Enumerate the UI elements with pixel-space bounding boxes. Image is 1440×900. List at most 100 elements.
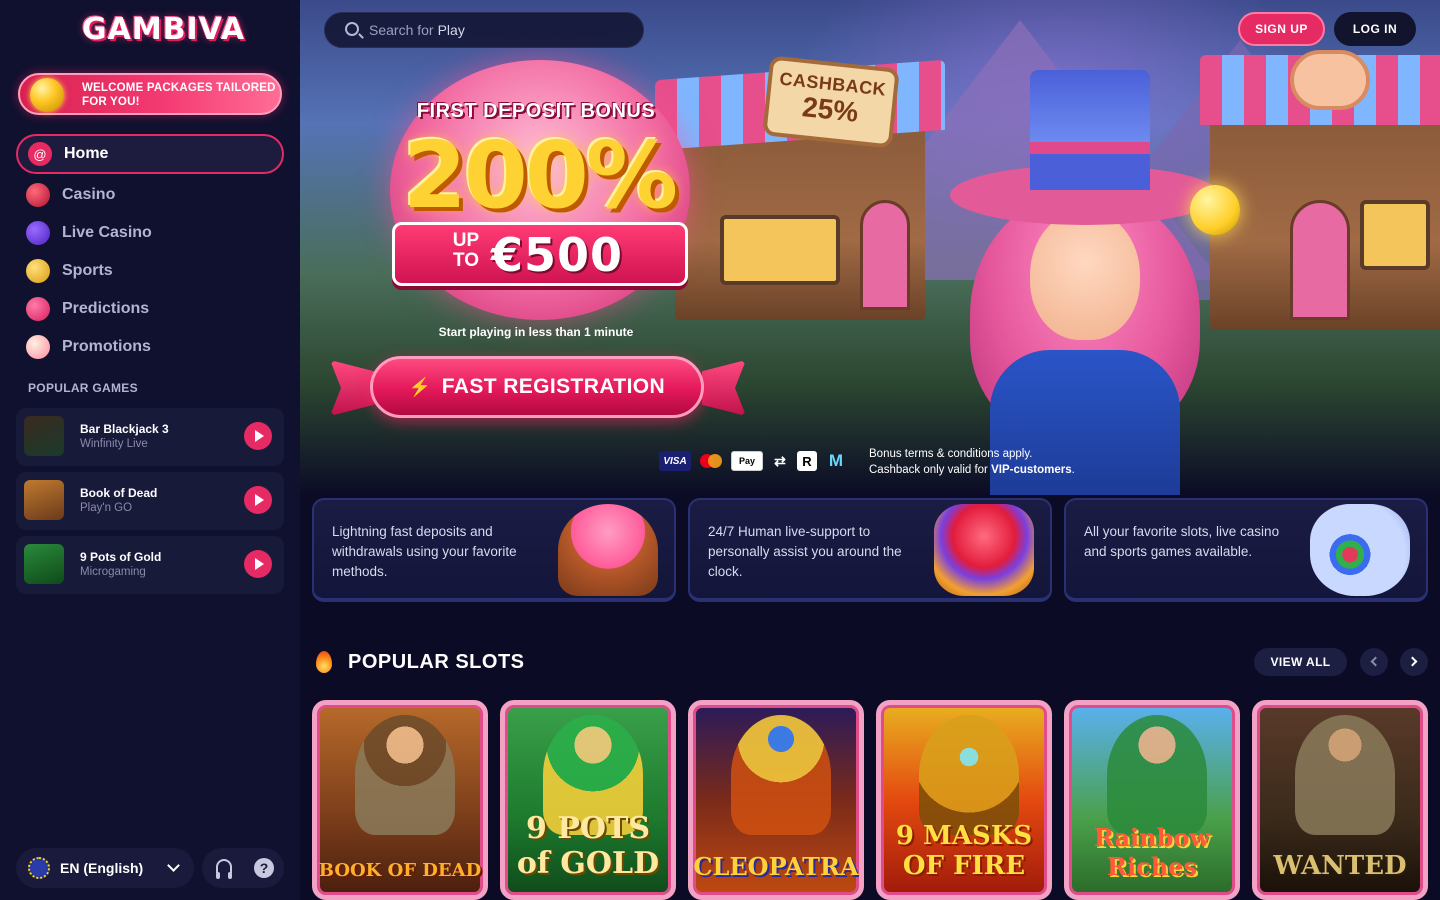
play-button[interactable] <box>244 550 272 578</box>
feature-cards: Lightning fast deposits and withdrawals … <box>312 498 1428 602</box>
search-input[interactable]: Search for Play <box>324 12 644 48</box>
terms-line: Bonus terms & conditions apply. <box>869 448 1033 460</box>
help-icon[interactable]: ? <box>254 858 274 878</box>
search-icon <box>345 22 359 36</box>
chevron-right-icon <box>1407 656 1418 667</box>
game-name: Bar Blackjack 3 <box>80 422 169 436</box>
chevron-left-icon <box>1370 656 1381 667</box>
gold-coin-icon <box>30 78 64 112</box>
leprechaun-illustration <box>1107 715 1207 835</box>
nav-label: Casino <box>62 186 116 203</box>
main-nav: @ Home Casino Live Casino Sports Predict… <box>16 134 284 366</box>
game-name: Book of Dead <box>80 486 158 500</box>
slot-title: Rainbow Riches <box>1093 823 1211 881</box>
slot-title: CLEOPATRA <box>693 852 859 881</box>
slot-card-rainbow-riches[interactable]: Rainbow Riches <box>1064 700 1240 900</box>
nav-label: Live Casino <box>62 224 152 241</box>
cake-icon <box>558 504 658 596</box>
view-all-button[interactable]: VIEW ALL <box>1254 648 1347 676</box>
eye-of-horus-illustration <box>731 715 831 835</box>
live-casino-icon <box>26 221 50 245</box>
slot-card-9-pots-of-gold[interactable]: 9 POTS of GOLD <box>500 700 676 900</box>
language-label: EN (English) <box>60 860 144 876</box>
list-item[interactable]: Bar Blackjack 3 Winfinity Live <box>16 408 284 466</box>
play-button[interactable] <box>244 422 272 450</box>
bonus-terms: Bonus terms & conditions apply. Cashback… <box>869 446 1075 478</box>
heart-sign-graphic <box>1290 50 1370 110</box>
nav-item-promotions[interactable]: Promotions <box>16 328 284 366</box>
welcome-packages-banner[interactable]: WELCOME PACKAGES TAILORED FOR YOU! <box>18 73 282 115</box>
casino-icon <box>26 183 50 207</box>
game-thumbnail <box>24 480 64 520</box>
language-selector[interactable]: EN (English) <box>16 848 194 888</box>
shop-door-graphic <box>860 200 910 310</box>
slot-title: 9 MASKS OF FIRE <box>895 821 1033 881</box>
carousel-prev-button[interactable] <box>1360 648 1388 676</box>
golden-mask-illustration <box>919 715 1019 835</box>
lightning-icon: ⚡ <box>408 376 432 397</box>
eu-flag-icon <box>28 857 50 879</box>
popular-games-list: Bar Blackjack 3 Winfinity Live Book of D… <box>16 408 284 600</box>
popular-games-heading: POPULAR GAMES <box>28 381 138 395</box>
bonus-amount-ribbon: UP TO €500 <box>392 222 688 286</box>
bonus-percent: 200% <box>402 122 678 229</box>
play-icon <box>255 430 264 442</box>
nav-label: Promotions <box>62 338 151 355</box>
cashback-sign: CASHBACK 25% <box>762 55 900 149</box>
slot-title: BOOK OF DEAD <box>318 860 482 881</box>
game-thumbnail <box>24 544 64 584</box>
sports-icon <box>26 259 50 283</box>
nav-label: Home <box>64 145 109 162</box>
nav-item-home[interactable]: @ Home <box>16 134 284 174</box>
clock-icon <box>934 504 1034 596</box>
slot-card-cleopatra[interactable]: CLEOPATRA <box>688 700 864 900</box>
vip-customers-text: VIP-customers <box>991 464 1072 476</box>
sidebar: GAMBIVA WELCOME PACKAGES TAILORED FOR YO… <box>0 0 300 900</box>
home-icon: @ <box>28 142 52 166</box>
slot-card-wanted[interactable]: WANTED <box>1252 700 1428 900</box>
popular-slots-header: POPULAR SLOTS VIEW ALL <box>312 648 1428 678</box>
visa-icon: VISA <box>659 451 691 471</box>
nav-item-casino[interactable]: Casino <box>16 176 284 214</box>
game-provider: Play'n GO <box>80 502 133 514</box>
cashback-method-icon: ⇄ <box>774 452 786 469</box>
up-to-label: UP TO <box>451 231 481 271</box>
revolut-icon: R <box>797 451 817 471</box>
list-item[interactable]: Book of Dead Play'n GO <box>16 472 284 530</box>
payment-methods: VISA Pay ⇄ R M <box>659 451 849 471</box>
game-provider: Microgaming <box>80 566 146 578</box>
start-playing-text: Start playing in less than 1 minute <box>438 325 634 339</box>
up-label: UP <box>452 230 480 251</box>
fast-registration-label: FAST REGISTRATION <box>441 375 666 398</box>
play-button[interactable] <box>244 486 272 514</box>
nav-label: Sports <box>62 262 113 279</box>
game-thumbnail <box>24 416 64 456</box>
nav-item-live-casino[interactable]: Live Casino <box>16 214 284 252</box>
support-controls: ? <box>202 848 284 888</box>
promotions-icon <box>26 335 50 359</box>
brand-logo[interactable]: GAMBIVA <box>82 12 244 52</box>
list-item[interactable]: 9 Pots of Gold Microgaming <box>16 536 284 594</box>
search-placeholder: Search for <box>369 22 434 38</box>
carousel-next-button[interactable] <box>1400 648 1428 676</box>
welcome-banner-text: WELCOME PACKAGES TAILORED FOR YOU! <box>82 82 276 108</box>
explorer-illustration <box>355 715 455 835</box>
search-placeholder-term: Play <box>437 22 465 38</box>
sign-up-button[interactable]: SIGN UP <box>1238 12 1325 46</box>
feature-card-support: 24/7 Human live-support to personally as… <box>688 498 1052 602</box>
nav-label: Predictions <box>62 300 150 317</box>
shop-window-graphic <box>720 215 840 285</box>
slot-card-9-masks-of-fire[interactable]: 9 MASKS OF FIRE <box>876 700 1052 900</box>
log-in-button[interactable]: LOG IN <box>1334 12 1416 46</box>
slot-title: WANTED <box>1273 851 1407 881</box>
headset-icon[interactable] <box>216 859 232 879</box>
slot-card-book-of-dead[interactable]: BOOK OF DEAD <box>312 700 488 900</box>
nav-item-sports[interactable]: Sports <box>16 252 284 290</box>
nav-item-predictions[interactable]: Predictions <box>16 290 284 328</box>
fast-registration-button[interactable]: ⚡ FAST REGISTRATION <box>370 356 704 418</box>
candy-jar-icon <box>1310 504 1410 596</box>
bonus-amount: €500 <box>491 228 624 282</box>
play-icon <box>255 558 264 570</box>
feature-text: Lightning fast deposits and withdrawals … <box>332 524 517 579</box>
mifinity-icon: M <box>828 451 844 470</box>
